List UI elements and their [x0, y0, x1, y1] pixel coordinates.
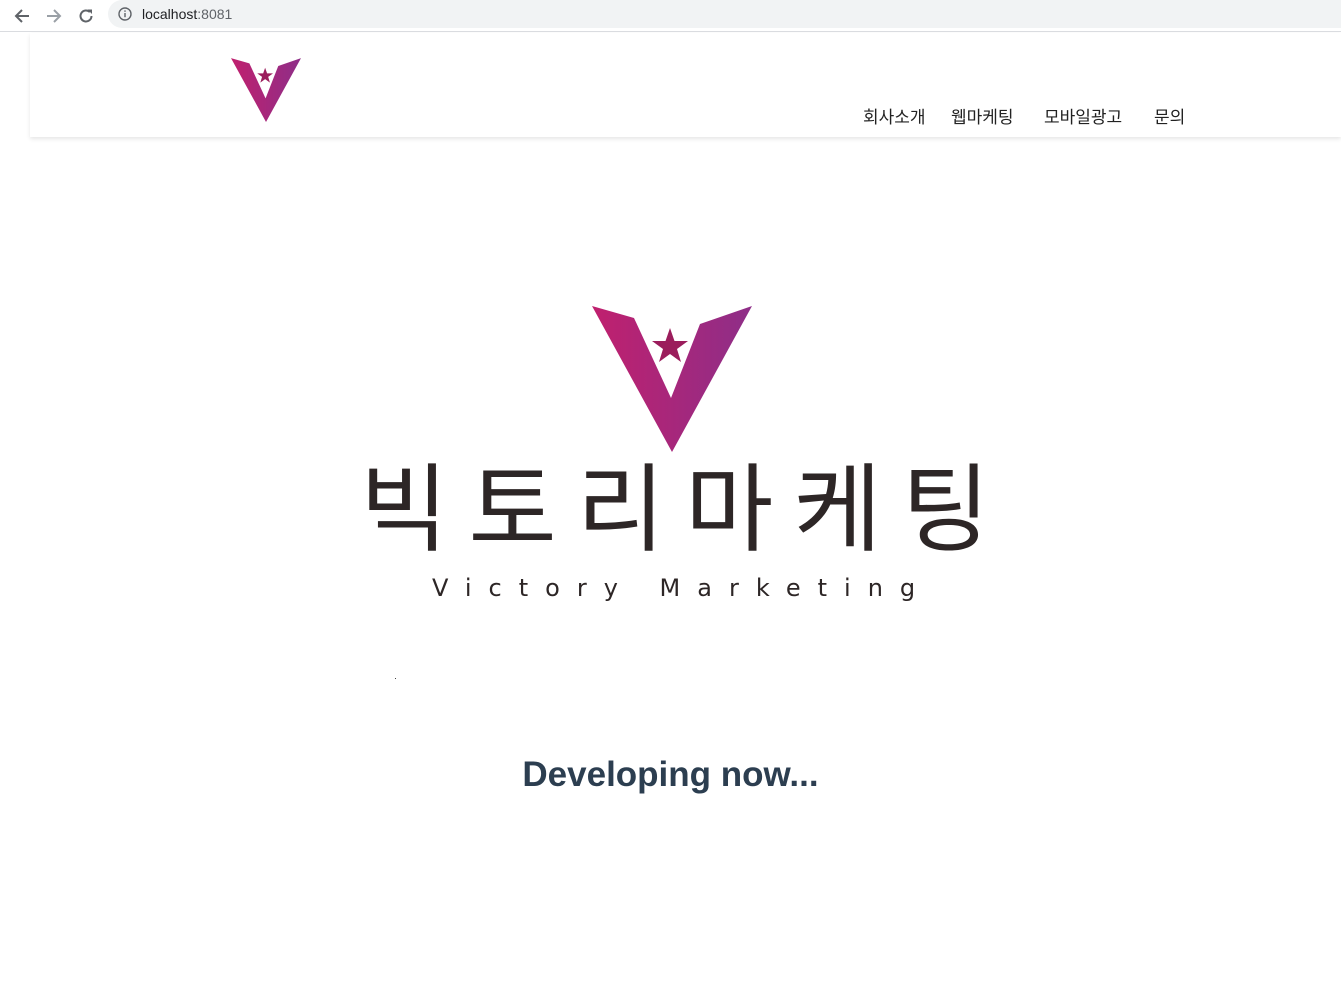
info-icon[interactable]: [118, 7, 132, 21]
main-nav: 회사소개 웹마케팅 모바일광고 문의: [30, 103, 1341, 128]
nav-item-contact[interactable]: 문의: [1154, 103, 1185, 128]
browser-toolbar: localhost:8081: [0, 0, 1341, 32]
url-host: localhost: [142, 6, 198, 22]
forward-button[interactable]: [42, 4, 66, 28]
arrow-left-icon: [14, 9, 29, 23]
hero-subtitle: Victory Marketing: [432, 574, 933, 602]
reload-icon: [79, 9, 93, 23]
url-text[interactable]: localhost:8081: [142, 6, 232, 22]
back-button[interactable]: [10, 4, 34, 28]
nav-item-web-marketing[interactable]: 웹마케팅: [951, 103, 1014, 128]
hero-title-char: 케: [793, 454, 882, 566]
nav-item-company[interactable]: 회사소개: [863, 103, 926, 128]
hero-v-star-logo: [592, 306, 752, 452]
hero-title-char: 리: [576, 454, 665, 566]
hero-title-korean: 빅 토 리 마 케 팅: [360, 450, 990, 570]
url-port: :8081: [197, 6, 233, 22]
reload-button[interactable]: [74, 4, 98, 28]
status-text: Developing now...: [522, 755, 819, 794]
arrow-right-icon: [47, 9, 62, 23]
hero-title-char: 마: [684, 454, 774, 566]
hero-title-char: 팅: [901, 454, 990, 566]
site-header: 회사소개 웹마케팅 모바일광고 문의: [30, 33, 1341, 137]
hero-title-char: 빅: [360, 454, 449, 566]
hero-title-char: 토: [468, 454, 557, 566]
address-bar[interactable]: localhost:8081: [108, 0, 1341, 28]
nav-item-mobile-ads[interactable]: 모바일광고: [1044, 103, 1122, 128]
stray-dot: [395, 678, 396, 679]
